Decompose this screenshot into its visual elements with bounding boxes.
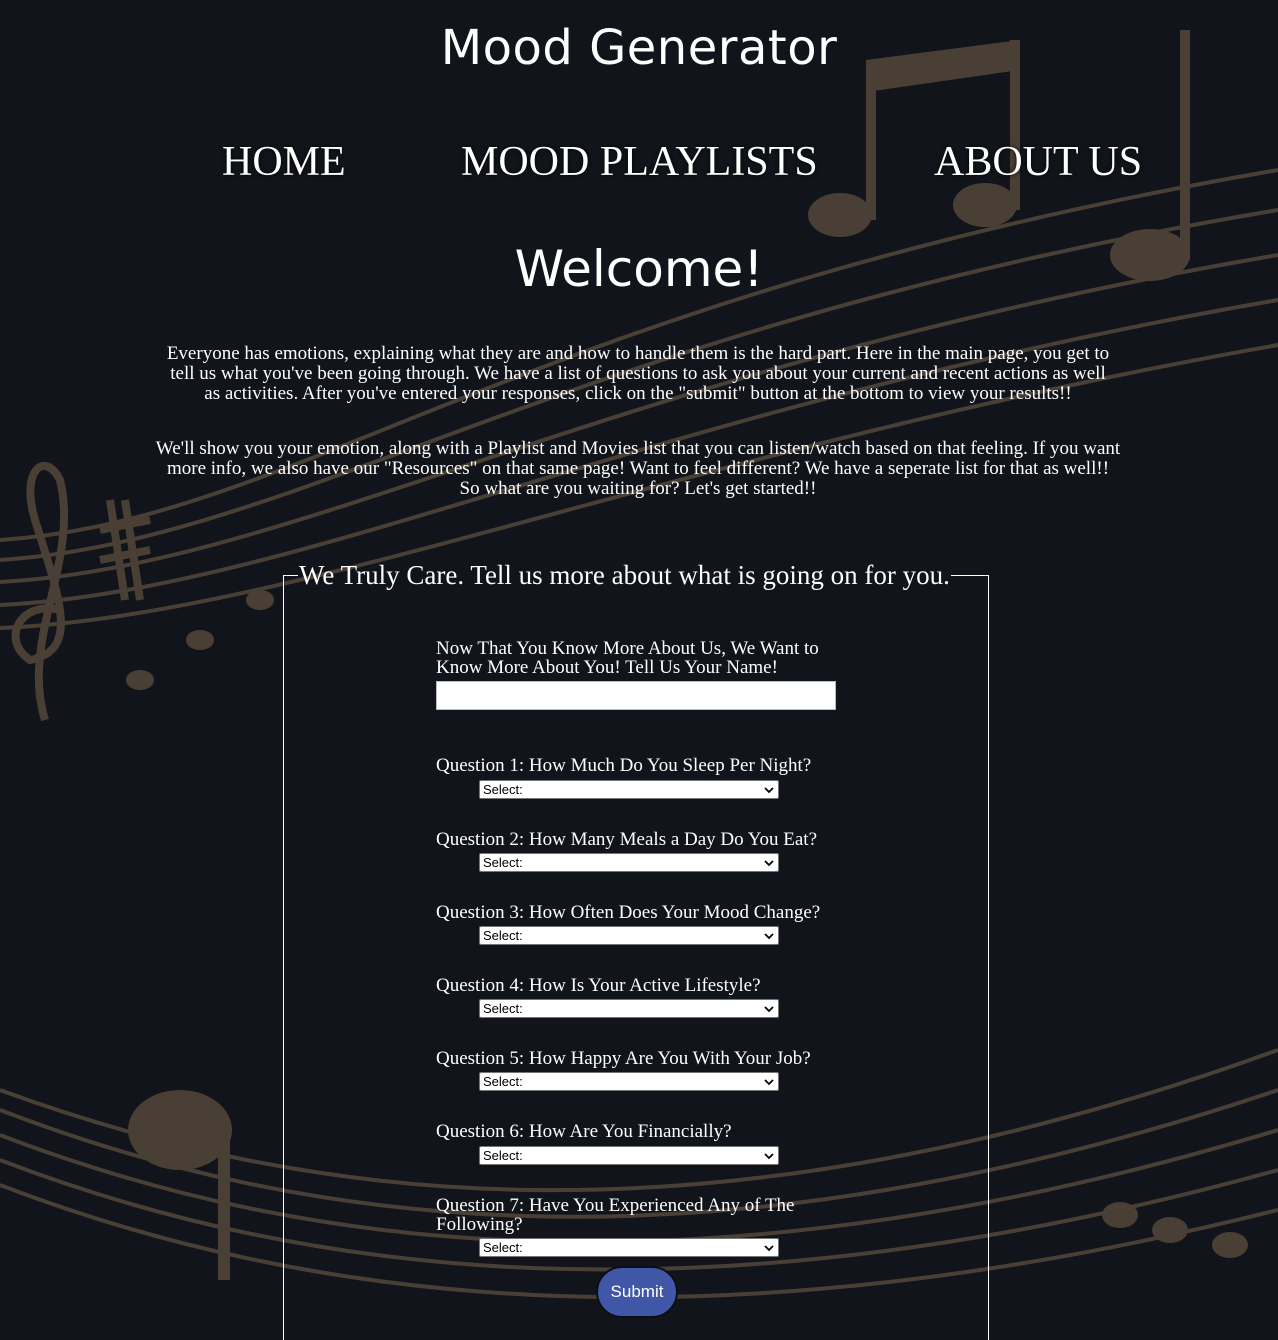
chevron-down-icon: [764, 1005, 774, 1012]
chevron-down-icon: [764, 1244, 774, 1251]
question-2-select[interactable]: Select:: [479, 853, 779, 872]
welcome-heading: Welcome!: [514, 240, 764, 298]
question-1-label: Question 1: How Much Do You Sleep Per Ni…: [436, 755, 812, 776]
name-input[interactable]: [436, 681, 836, 710]
chevron-down-icon: [764, 859, 774, 866]
form-legend: We Truly Care. Tell us more about what i…: [299, 560, 950, 590]
question-7-label: Question 7: Have You Experienced Any of …: [436, 1195, 795, 1235]
question-5-select[interactable]: Select:: [479, 1072, 779, 1091]
question-4-select[interactable]: Select:: [479, 999, 779, 1018]
question-1-select[interactable]: Select:: [479, 780, 779, 799]
nav-home-link[interactable]: HOME: [222, 138, 346, 186]
question-6-select[interactable]: Select:: [479, 1146, 779, 1165]
question-3-label: Question 3: How Often Does Your Mood Cha…: [436, 902, 821, 923]
chevron-down-icon: [764, 1078, 774, 1085]
question-7-selected-value: Select:: [483, 1240, 523, 1255]
chevron-down-icon: [764, 1152, 774, 1159]
chevron-down-icon: [764, 932, 774, 939]
question-2-selected-value: Select:: [483, 855, 523, 870]
question-5-selected-value: Select:: [483, 1074, 523, 1089]
question-6-selected-value: Select:: [483, 1148, 523, 1163]
intro-paragraph-1: Everyone has emotions, explaining what t…: [166, 343, 1110, 404]
intro-paragraph-2: We'll show you your emotion, along with …: [155, 438, 1121, 499]
question-1-selected-value: Select:: [483, 782, 523, 797]
question-3-selected-value: Select:: [483, 928, 523, 943]
site-title: Mood Generator: [440, 20, 838, 76]
question-7-select[interactable]: Select:: [479, 1238, 779, 1257]
question-4-selected-value: Select:: [483, 1001, 523, 1016]
question-4-label: Question 4: How Is Your Active Lifestyle…: [436, 975, 761, 996]
question-6-label: Question 6: How Are You Financially?: [436, 1121, 732, 1142]
name-label: Now That You Know More About Us, We Want…: [436, 638, 819, 678]
main-nav: HOME MOOD PLAYLISTS ABOUT US: [0, 138, 1278, 188]
question-3-select[interactable]: Select:: [479, 926, 779, 945]
nav-about-us-link[interactable]: ABOUT US: [934, 138, 1142, 186]
chevron-down-icon: [764, 786, 774, 793]
question-5-label: Question 5: How Happy Are You With Your …: [436, 1048, 811, 1069]
nav-mood-playlists-link[interactable]: MOOD PLAYLISTS: [461, 138, 818, 186]
submit-button[interactable]: Submit: [596, 1266, 678, 1318]
question-2-label: Question 2: How Many Meals a Day Do You …: [436, 829, 818, 850]
